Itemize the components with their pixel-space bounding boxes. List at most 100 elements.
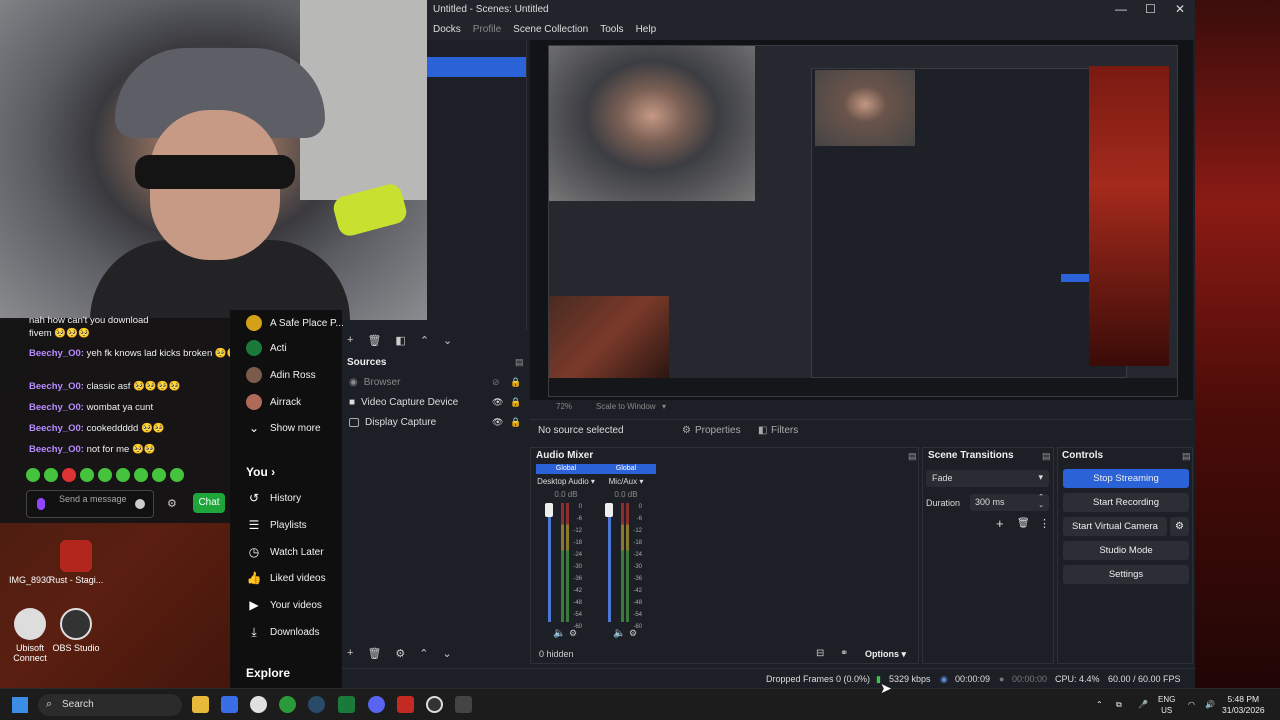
settings-icon[interactable]: ⚙ xyxy=(629,628,637,639)
emote-icon[interactable] xyxy=(62,468,76,482)
eye-hidden-icon[interactable]: ⊘ xyxy=(492,377,500,388)
filters-button[interactable]: Filters xyxy=(771,425,798,436)
volume-icon[interactable]: 🔊 xyxy=(1205,699,1215,710)
system-clock[interactable]: 5:48 PM 31/03/2026 xyxy=(1222,694,1265,716)
channel-name[interactable]: Mic/Aux ▾ xyxy=(596,477,656,486)
trash-icon[interactable]: 🗑 xyxy=(367,647,381,660)
volume-fader-mic[interactable] xyxy=(605,503,613,517)
emote-icon[interactable] xyxy=(26,468,40,482)
emote-icon[interactable] xyxy=(116,468,130,482)
xbox-icon[interactable] xyxy=(279,696,296,713)
duration-spinbox[interactable]: 300 ms ⌃ ⌄ xyxy=(970,494,1049,511)
trash-icon[interactable]: 🗑 xyxy=(1017,518,1030,529)
show-more-button[interactable]: ⌄ Show more xyxy=(246,421,321,435)
mic-icon[interactable] xyxy=(37,498,45,510)
wifi-icon[interactable]: ◠ xyxy=(1188,699,1195,710)
channel-name[interactable]: Desktop Audio ▾ xyxy=(536,477,596,486)
sidebar-item-playlists[interactable]: ☰ Playlists xyxy=(246,518,307,532)
sidebar-item-history[interactable]: ↺ History xyxy=(246,491,301,505)
gear-icon[interactable]: ⚙ xyxy=(167,497,177,510)
settings-button[interactable]: Settings xyxy=(1063,565,1189,584)
taskbar-search[interactable]: ⌕ Search xyxy=(38,694,182,716)
sidebar-item-watch-later[interactable]: ◷ Watch Later xyxy=(246,545,324,559)
eye-icon[interactable]: 👁 xyxy=(492,417,503,428)
chrome-icon[interactable] xyxy=(250,696,267,713)
chat-send-button[interactable]: Chat xyxy=(193,493,225,513)
network-icon[interactable]: ⧉ xyxy=(1116,699,1122,710)
arrow-down-icon[interactable]: ⌄ xyxy=(443,334,452,347)
chevron-down-icon[interactable]: ▾ xyxy=(662,402,666,411)
menu-docks[interactable]: Docks xyxy=(427,20,467,40)
emote-icon[interactable] xyxy=(44,468,58,482)
speaker-icon[interactable]: 🔈 xyxy=(553,628,565,639)
subscription-item[interactable]: A Safe Place P... xyxy=(246,315,344,331)
subscription-item[interactable]: Acti xyxy=(246,340,287,356)
dock-menu-icon[interactable]: ▤ xyxy=(515,357,524,368)
close-icon[interactable]: ✕ xyxy=(1175,2,1185,16)
sidebar-item-your-videos[interactable]: ▶ Your videos xyxy=(246,598,322,612)
scene-item-selected[interactable] xyxy=(427,57,526,77)
app-icon[interactable] xyxy=(455,696,472,713)
subscription-item[interactable]: Airrack xyxy=(246,394,301,410)
menu-tools[interactable]: Tools xyxy=(594,20,629,40)
emote-icon[interactable] xyxy=(80,468,94,482)
minimize-icon[interactable]: — xyxy=(1115,2,1127,16)
emote-icon[interactable] xyxy=(152,468,166,482)
maximize-icon[interactable]: ☐ xyxy=(1145,2,1156,16)
sidebar-item-downloads[interactable]: ⤓ Downloads xyxy=(246,625,319,640)
emote-icon[interactable] xyxy=(170,468,184,482)
mic-icon[interactable]: 🎤 xyxy=(1138,699,1148,710)
emoji-icon[interactable] xyxy=(135,499,145,509)
file-explorer-icon[interactable] xyxy=(192,696,209,713)
add-icon[interactable]: + xyxy=(347,334,353,347)
you-heading[interactable]: You › xyxy=(246,465,275,479)
store-icon[interactable] xyxy=(221,696,238,713)
mixer-options-button[interactable]: Options ▾ xyxy=(865,649,906,660)
language-indicator[interactable]: ENG US xyxy=(1158,694,1175,716)
desktop-icon-obs[interactable]: OBS Studio xyxy=(46,608,106,653)
desktop-icon-rust[interactable]: Rust - Stagi... xyxy=(46,540,106,585)
eye-icon[interactable]: 👁 xyxy=(492,397,503,408)
emote-icon[interactable] xyxy=(98,468,112,482)
sidebar-item-liked-videos[interactable]: 👍 Liked videos xyxy=(246,571,326,585)
emote-icon[interactable] xyxy=(134,468,148,482)
add-icon[interactable]: + xyxy=(347,647,353,660)
link-icon[interactable]: ⚭ xyxy=(840,648,848,659)
windows-start-icon[interactable] xyxy=(12,697,28,713)
subscription-item[interactable]: Adin Ross xyxy=(246,367,316,383)
source-item-video-capture[interactable]: ■ Video Capture Device xyxy=(349,397,458,408)
volume-track-mic[interactable] xyxy=(608,508,611,622)
volume-track-desktop[interactable] xyxy=(548,508,551,622)
source-item-display-capture[interactable]: Display Capture xyxy=(349,417,436,428)
arrow-down-icon[interactable]: ⌄ xyxy=(443,647,452,660)
transition-select[interactable]: Fade ▾ xyxy=(926,470,1049,487)
menu-scene-collection[interactable]: Scene Collection xyxy=(507,20,594,40)
dock-menu-icon[interactable]: ▤ xyxy=(908,451,917,462)
obs-icon[interactable] xyxy=(426,696,443,713)
lock-icon[interactable]: 🔒 xyxy=(510,377,521,388)
menu-help[interactable]: Help xyxy=(630,20,663,40)
discord-icon[interactable] xyxy=(368,696,385,713)
chevron-up-icon[interactable]: ⌃ xyxy=(1096,699,1103,710)
volume-fader-desktop[interactable] xyxy=(545,503,553,517)
studio-mode-button[interactable]: Studio Mode xyxy=(1063,541,1189,560)
start-virtual-camera-button[interactable]: Start Virtual Camera xyxy=(1063,517,1167,536)
arrow-up-icon[interactable]: ⌃ xyxy=(420,334,429,347)
source-item-browser[interactable]: ◉ Browser xyxy=(349,377,400,388)
steam-icon[interactable] xyxy=(308,696,325,713)
add-icon[interactable]: + xyxy=(996,516,1004,531)
speaker-icon[interactable]: 🔈 xyxy=(613,628,625,639)
dock-menu-icon[interactable]: ▤ xyxy=(1182,451,1191,462)
rust-icon[interactable] xyxy=(397,696,414,713)
arrow-up-icon[interactable]: ⌃ xyxy=(419,647,428,660)
explore-heading[interactable]: Explore xyxy=(246,666,290,680)
virtual-camera-settings-icon[interactable]: ⚙ xyxy=(1170,517,1189,536)
chat-input[interactable]: Send a message xyxy=(26,490,154,518)
more-vertical-icon[interactable]: ⋮ xyxy=(1039,517,1050,530)
filter-icon[interactable]: ◧ xyxy=(395,334,405,347)
settings-icon[interactable]: ⚙ xyxy=(569,628,577,639)
layout-icon[interactable]: ⊟ xyxy=(816,648,824,659)
menu-profile[interactable]: Profile xyxy=(467,20,507,40)
trash-icon[interactable]: 🗑 xyxy=(367,334,381,347)
stop-streaming-button[interactable]: Stop Streaming xyxy=(1063,469,1189,488)
